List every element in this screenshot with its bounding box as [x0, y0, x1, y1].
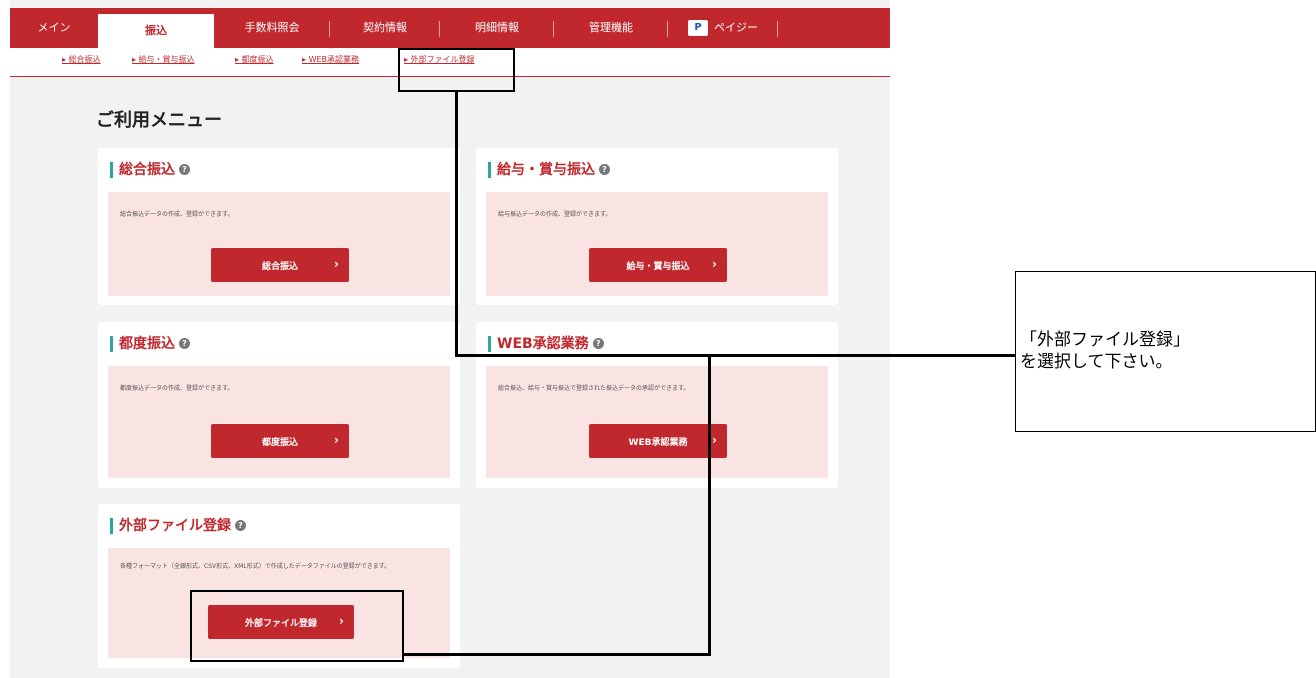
nav-main-label: メイン: [37, 21, 71, 34]
subnav-web-approval[interactable]: ▸ WEB承認業務: [302, 54, 359, 65]
nav-transfer[interactable]: 振込: [98, 14, 214, 48]
connector-line: [455, 354, 1015, 357]
card-body: 都度振込データの作成、登録ができます。 都度振込 ›: [108, 366, 450, 478]
subnav-salary-transfer[interactable]: ▸ 給与・賞与振込: [132, 54, 195, 65]
help-icon[interactable]: ?: [179, 164, 190, 175]
card-general-transfer: 総合振込? 総合振込データの作成、登録ができます。 総合振込 ›: [98, 148, 460, 305]
help-icon[interactable]: ?: [235, 520, 246, 531]
nav-contract-info[interactable]: 契約情報: [330, 8, 440, 48]
nav-statement-info[interactable]: 明細情報: [440, 8, 554, 48]
subnav-each-transfer[interactable]: ▸ 都度振込: [235, 54, 274, 65]
callout-line-1: 「外部ファイル登録」: [1020, 330, 1190, 350]
chevron-right-icon: ›: [334, 433, 339, 447]
help-icon[interactable]: ?: [592, 338, 604, 349]
card-body: 給与振込データの作成、登録ができます。 給与・賞与振込 ›: [486, 192, 828, 296]
web-approval-button[interactable]: WEB承認業務 ›: [589, 424, 727, 458]
nav-contract-info-label: 契約情報: [363, 21, 407, 34]
card-title: 総合振込?: [110, 162, 190, 178]
salary-transfer-button[interactable]: 給与・賞与振込 ›: [589, 248, 727, 282]
general-transfer-button[interactable]: 総合振込 ›: [211, 248, 349, 282]
nav-payeasy[interactable]: P ペイジー: [668, 8, 778, 48]
nav-admin-label: 管理機能: [589, 21, 633, 34]
connector-line: [403, 653, 711, 656]
nav-main[interactable]: メイン: [10, 8, 98, 48]
card-body: 総合振込、給与・賞与振込で登録された振込データの承認ができます。 WEB承認業務…: [486, 366, 828, 478]
help-icon[interactable]: ?: [599, 164, 610, 175]
connector-line: [708, 354, 711, 656]
card-salary-transfer: 給与・賞与振込? 給与振込データの作成、登録ができます。 給与・賞与振込 ›: [476, 148, 838, 305]
nav-statement-info-label: 明細情報: [475, 21, 519, 34]
card-title: 都度振込?: [110, 336, 190, 352]
highlight-box-button: [190, 590, 404, 662]
nav-transfer-label: 振込: [145, 24, 167, 37]
nav-fee-inquiry-label: 手数料照会: [244, 21, 300, 34]
page-title: ご利用メニュー: [96, 110, 222, 131]
chevron-right-icon: ›: [334, 257, 339, 271]
help-icon[interactable]: ?: [179, 338, 190, 349]
callout-text: 「外部ファイル登録」 を選択して下さい。: [1020, 329, 1190, 373]
top-navigation: メイン 振込 手数料照会 契約情報 明細情報 管理機能 P ペイジー: [10, 8, 890, 48]
app-window: メイン 振込 手数料照会 契約情報 明細情報 管理機能 P ペイジー ▸ 総合振…: [10, 0, 890, 678]
card-each-transfer: 都度振込? 都度振込データの作成、登録ができます。 都度振込 ›: [98, 322, 460, 488]
card-title: 外部ファイル登録?: [110, 518, 246, 534]
subnav-general-transfer[interactable]: ▸ 総合振込: [62, 54, 101, 65]
card-description: 総合振込、給与・賞与振込で登録された振込データの承認ができます。: [498, 385, 690, 392]
card-title: 給与・賞与振込?: [488, 162, 610, 178]
card-title: WEB承認業務?: [488, 336, 604, 352]
nav-separator: [777, 21, 778, 37]
chevron-right-icon: ›: [712, 257, 717, 271]
card-body: 総合振込データの作成、登録ができます。 総合振込 ›: [108, 192, 450, 296]
callout-line-2: を選択して下さい。: [1020, 352, 1173, 372]
instruction-callout: 「外部ファイル登録」 を選択して下さい。: [1015, 271, 1316, 432]
card-description: 給与振込データの作成、登録ができます。: [498, 211, 612, 218]
nav-fee-inquiry[interactable]: 手数料照会: [214, 8, 330, 48]
card-web-approval: WEB承認業務? 総合振込、給与・賞与振込で登録された振込データの承認ができます…: [476, 322, 838, 488]
card-description: 各種フォーマット（全銀形式、CSV形式、XML形式）で作成したデータファイルの登…: [120, 563, 391, 570]
each-transfer-button[interactable]: 都度振込 ›: [211, 424, 349, 458]
highlight-box-subnav: [398, 48, 515, 92]
nav-admin[interactable]: 管理機能: [554, 8, 668, 48]
card-description: 都度振込データの作成、登録ができます。: [120, 385, 234, 392]
pay-easy-icon: P: [688, 20, 708, 36]
nav-payeasy-label: ペイジー: [714, 21, 758, 34]
chevron-right-icon: ›: [712, 433, 717, 447]
card-description: 総合振込データの作成、登録ができます。: [120, 211, 234, 218]
connector-line: [455, 91, 458, 357]
